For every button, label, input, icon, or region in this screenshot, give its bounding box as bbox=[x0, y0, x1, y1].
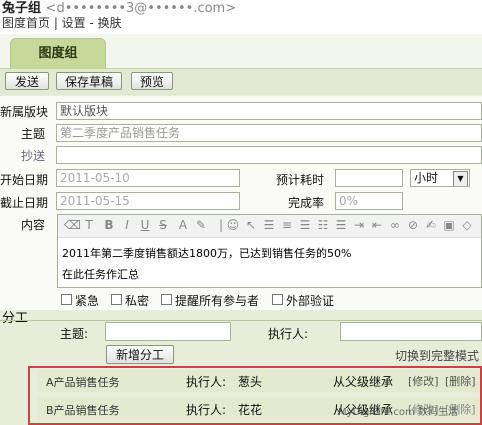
subtask-executor: 花花 bbox=[238, 403, 263, 417]
division-divider bbox=[0, 320, 482, 321]
align-center-icon[interactable]: ≡ bbox=[280, 218, 294, 232]
estimate-input[interactable] bbox=[335, 169, 403, 187]
external-verify-checkbox[interactable] bbox=[272, 294, 283, 305]
cc-label[interactable]: 抄送 bbox=[21, 147, 45, 164]
subtask-delete-link[interactable]: [删除] bbox=[445, 373, 476, 389]
deadline-label: 截止日期 bbox=[0, 196, 49, 210]
start-date-label: 开始日期 bbox=[0, 173, 49, 187]
unordered-list-icon[interactable]: ☰ bbox=[334, 218, 348, 232]
content-line-2: 在此任务作汇总 bbox=[62, 268, 139, 281]
division-executor-input[interactable] bbox=[340, 322, 482, 341]
chevron-down-icon[interactable]: ▼ bbox=[453, 171, 468, 186]
subtask-executor-label: 执行人: bbox=[186, 403, 227, 417]
completion-rate-input[interactable]: 0% bbox=[335, 192, 403, 210]
nav-links[interactable]: 图度首页 | 设置 - 换肤 bbox=[2, 14, 122, 31]
block-select[interactable]: 默认版块 bbox=[56, 102, 482, 120]
remind-all-label: 提醒所有参与者 bbox=[175, 294, 260, 308]
content-label: 内容 bbox=[21, 218, 46, 232]
remind-all-checkbox[interactable] bbox=[161, 294, 172, 305]
align-left-icon[interactable]: ☰ bbox=[262, 218, 276, 232]
content-line-1: 2011年第二季度销售额达1800万，已达到销售任务的50% bbox=[62, 247, 352, 260]
link-icon[interactable]: ∞ bbox=[388, 218, 402, 232]
outdent-icon[interactable]: ⇤ bbox=[370, 218, 384, 232]
editor-toolbar: ⌫ T B I U S A ✎ | ☺ ↖ ☰ ≡ ☰ ☷ ☰ ⇥ ⇤ ∞ ⊘ … bbox=[58, 215, 481, 238]
subject-label: 主题 bbox=[21, 127, 46, 141]
send-button[interactable]: 发送 bbox=[5, 72, 49, 90]
switch-full-mode-link[interactable]: 切换到完整模式 bbox=[395, 347, 479, 364]
watermark: MyDigiLife.com 数码生活 bbox=[338, 407, 458, 418]
unlink-icon[interactable]: ⊘ bbox=[406, 218, 420, 232]
private-label: 私密 bbox=[125, 294, 150, 308]
font-color-icon[interactable]: A bbox=[176, 218, 190, 232]
completion-rate-label: 完成率 bbox=[288, 196, 325, 210]
image-icon[interactable]: ▣ bbox=[442, 218, 456, 232]
preview-button[interactable]: 预览 bbox=[131, 72, 173, 90]
cc-input[interactable] bbox=[56, 146, 482, 164]
unit-value: 小时 bbox=[414, 171, 439, 185]
source-code-icon[interactable]: ◇ bbox=[460, 218, 474, 232]
unit-select[interactable]: 小时 ▼ bbox=[410, 169, 470, 187]
tab-tudu-group[interactable]: 图度组 bbox=[10, 38, 106, 69]
clear-format-icon[interactable]: ⌫ bbox=[64, 218, 81, 232]
subtask-executor-label: 执行人: bbox=[186, 375, 227, 389]
bold-icon[interactable]: B bbox=[102, 218, 116, 232]
block-label: 新属版块 bbox=[0, 105, 49, 119]
subtask-name[interactable]: B产品销售任务 bbox=[46, 402, 120, 418]
subtask-executor: 葱头 bbox=[238, 375, 263, 389]
subtask-inherit: 从父级继承 bbox=[333, 375, 394, 389]
subject-input[interactable]: 第二季度产品销售任务 bbox=[56, 124, 482, 142]
font-size-icon[interactable]: T bbox=[82, 218, 96, 232]
align-right-icon[interactable]: ☰ bbox=[298, 218, 312, 232]
external-verify-label: 外部验证 bbox=[286, 294, 335, 308]
strikethrough-icon[interactable]: S bbox=[156, 218, 170, 232]
division-label: 分工 bbox=[2, 311, 29, 326]
division-executor-label: 执行人: bbox=[268, 327, 309, 341]
italic-icon[interactable]: I bbox=[120, 218, 134, 232]
underline-icon[interactable]: U bbox=[138, 218, 152, 232]
ordered-list-icon[interactable]: ☷ bbox=[316, 218, 330, 232]
highlight-icon[interactable]: ✎ bbox=[194, 218, 208, 232]
edit-icon[interactable]: ✍ bbox=[424, 218, 438, 232]
subtask-name[interactable]: A产品销售任务 bbox=[46, 374, 120, 390]
division-subject-input[interactable] bbox=[105, 322, 231, 341]
start-date-input[interactable]: 2011-05-10 bbox=[56, 169, 240, 187]
subtask-edit-link[interactable]: [修改] bbox=[408, 373, 439, 389]
emoticon-icon[interactable]: ☺ bbox=[226, 218, 240, 232]
private-checkbox[interactable] bbox=[111, 294, 122, 305]
estimate-label: 预计耗时 bbox=[276, 173, 325, 187]
division-subject-label: 主题: bbox=[60, 327, 89, 341]
urgent-label: 紧急 bbox=[75, 294, 100, 308]
urgent-checkbox[interactable] bbox=[61, 294, 72, 305]
save-draft-button[interactable]: 保存草稿 bbox=[56, 72, 122, 90]
indent-icon[interactable]: ⇥ bbox=[352, 218, 366, 232]
add-division-button[interactable]: 新增分工 bbox=[106, 345, 174, 364]
deadline-input[interactable]: 2011-05-15 bbox=[56, 192, 240, 210]
cursor-icon[interactable]: ↖ bbox=[244, 218, 258, 232]
